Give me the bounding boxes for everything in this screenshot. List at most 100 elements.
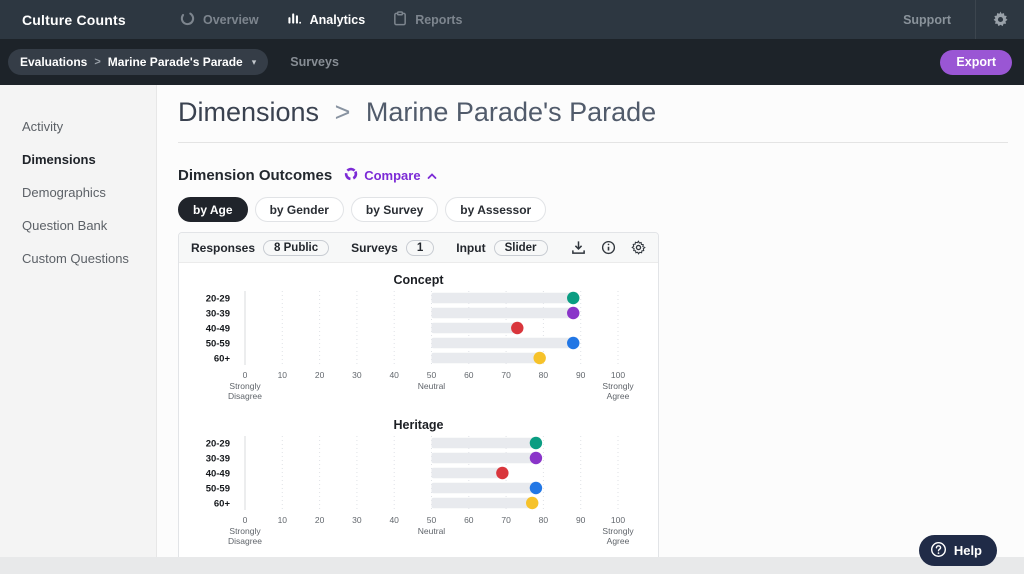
sidebar-item-demographics[interactable]: Demographics (0, 176, 156, 209)
support-link[interactable]: Support (879, 13, 975, 27)
svg-text:20: 20 (315, 515, 325, 525)
svg-text:10: 10 (278, 370, 288, 380)
input-label: Input (456, 240, 486, 255)
export-button[interactable]: Export (940, 49, 1012, 75)
subbar: Evaluations > Marine Parade's Parade ▾ S… (0, 39, 1024, 85)
circle-arc-icon (180, 11, 195, 29)
brand-logo[interactable]: Culture Counts (0, 12, 180, 28)
svg-text:Disagree: Disagree (228, 536, 262, 546)
svg-text:40: 40 (389, 515, 399, 525)
svg-text:0: 0 (243, 515, 248, 525)
svg-text:Disagree: Disagree (228, 391, 262, 401)
svg-text:70: 70 (501, 515, 511, 525)
page-title-primary: Dimensions (178, 97, 320, 127)
subbar-surveys-link[interactable]: Surveys (290, 55, 339, 69)
panel-header-icons (571, 240, 646, 255)
svg-text:60: 60 (464, 515, 474, 525)
svg-text:20-29: 20-29 (206, 439, 230, 450)
topbar-right: Support (879, 0, 1024, 39)
nav-reports[interactable]: Reports (393, 10, 463, 29)
svg-text:Strongly: Strongly (602, 526, 634, 536)
svg-text:60+: 60+ (214, 354, 231, 365)
question-mark-icon (930, 541, 947, 561)
svg-text:50: 50 (427, 515, 437, 525)
nav-analytics[interactable]: Analytics (287, 11, 366, 29)
chart-title: Heritage (393, 418, 444, 432)
breadcrumb[interactable]: Evaluations > Marine Parade's Parade ▾ (8, 49, 269, 75)
page-title: Dimensions > Marine Parade's Parade (178, 97, 1008, 128)
page-body: Activity Dimensions Demographics Questio… (0, 85, 1024, 574)
svg-text:100: 100 (611, 370, 625, 380)
compare-ring-icon (344, 167, 358, 184)
svg-text:30: 30 (352, 515, 362, 525)
svg-text:90: 90 (576, 370, 586, 380)
responses-label: Responses (191, 240, 256, 255)
settings-gear-icon[interactable] (976, 11, 1024, 28)
surveys-pill[interactable]: 1 (405, 239, 435, 256)
clipboard-icon (393, 10, 407, 29)
svg-text:60: 60 (464, 370, 474, 380)
tab-by-survey[interactable]: by Survey (350, 197, 439, 222)
svg-text:Agree: Agree (607, 536, 630, 546)
dimension-chart-concept: Concept 20-29 30-39 40-49 50-59 60+ 0 10 20 30 40… (179, 273, 658, 406)
panel-gear-icon[interactable] (631, 240, 646, 255)
svg-text:80: 80 (539, 515, 549, 525)
help-button[interactable]: Help (918, 535, 997, 566)
sidebar-item-dimensions[interactable]: Dimensions (0, 143, 156, 176)
svg-text:90: 90 (576, 515, 586, 525)
sidebar-item-custom-questions[interactable]: Custom Questions (0, 242, 156, 275)
sidebar-item-activity[interactable]: Activity (0, 110, 156, 143)
svg-text:20-29: 20-29 (206, 294, 230, 305)
sidebar-item-question-bank[interactable]: Question Bank (0, 209, 156, 242)
svg-text:30: 30 (352, 370, 362, 380)
chart-plot: 20-29 30-39 40-49 50-59 60+ 0 10 20 30 40 50 60 70 80… (179, 434, 658, 551)
svg-text:Agree: Agree (607, 391, 630, 401)
section-title: Dimension Outcomes (178, 167, 333, 184)
responses-pill[interactable]: 8 Public (263, 239, 330, 256)
svg-text:20: 20 (315, 370, 325, 380)
svg-text:80: 80 (539, 370, 549, 380)
bar-chart-icon (287, 11, 302, 29)
bottom-strip (0, 557, 1024, 574)
nav-reports-label: Reports (415, 12, 463, 27)
svg-text:30-39: 30-39 (206, 309, 230, 320)
svg-text:70: 70 (501, 370, 511, 380)
svg-text:50: 50 (427, 370, 437, 380)
chevron-down-icon: ▾ (251, 56, 257, 67)
chart-title: Concept (393, 273, 444, 287)
svg-text:30-39: 30-39 (206, 454, 230, 465)
svg-text:0: 0 (243, 370, 248, 380)
page-title-secondary: Marine Parade's Parade (365, 97, 657, 127)
svg-text:50-59: 50-59 (206, 484, 230, 495)
tab-by-assessor[interactable]: by Assessor (445, 197, 547, 222)
surveys-label: Surveys (351, 240, 398, 255)
svg-text:40: 40 (389, 370, 399, 380)
chart-panel: Responses 8 Public Surveys 1 Input Slide… (178, 232, 659, 568)
compare-button[interactable]: Compare (344, 167, 436, 184)
nav-overview-label: Overview (203, 12, 259, 27)
svg-text:60+: 60+ (214, 499, 231, 510)
tab-by-age[interactable]: by Age (178, 197, 248, 222)
main-content: Dimensions > Marine Parade's Parade Dime… (157, 85, 1024, 574)
svg-text:Strongly: Strongly (229, 526, 261, 536)
svg-text:100: 100 (611, 515, 625, 525)
svg-text:50-59: 50-59 (206, 339, 230, 350)
svg-text:Neutral: Neutral (418, 381, 446, 391)
breadcrumb-item: Marine Parade's Parade (107, 55, 243, 69)
chart-panel-header: Responses 8 Public Surveys 1 Input Slide… (179, 233, 658, 263)
section-row: Dimension Outcomes Compare (178, 167, 1008, 184)
tab-by-gender[interactable]: by Gender (254, 197, 344, 222)
chevron-up-icon (427, 168, 437, 183)
input-pill[interactable]: Slider (493, 239, 548, 256)
nav-overview[interactable]: Overview (180, 11, 259, 29)
help-label: Help (953, 543, 982, 558)
nav-analytics-label: Analytics (309, 12, 366, 27)
sidebar: Activity Dimensions Demographics Questio… (0, 85, 157, 574)
info-icon[interactable] (601, 240, 616, 255)
svg-text:10: 10 (278, 515, 288, 525)
download-icon[interactable] (571, 240, 586, 255)
svg-text:Strongly: Strongly (602, 381, 634, 391)
svg-text:40-49: 40-49 (206, 324, 230, 335)
main-nav: Overview Analytics Reports (180, 10, 463, 29)
dimension-chart-heritage: Heritage 20-29 30-39 40-49 50-59 60+ 0 10 20 30 4… (179, 418, 658, 551)
